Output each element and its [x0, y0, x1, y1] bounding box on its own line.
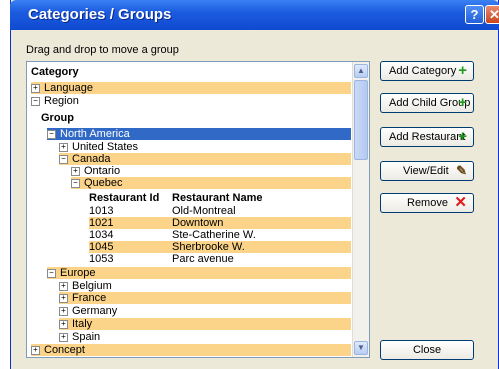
node-label: Italy: [72, 318, 93, 330]
restaurant-name-header: Restaurant Name: [172, 192, 263, 204]
button-label: Add Restaurant: [389, 131, 466, 143]
restaurant-id-header: Restaurant Id: [89, 192, 160, 204]
collapse-icon[interactable]: −: [71, 178, 80, 188]
category-tree[interactable]: Category + Language − Region Group − North …: [26, 61, 370, 358]
scroll-down-icon[interactable]: ▼: [354, 341, 368, 355]
restaurant-name: Sherbrooke W.: [172, 241, 245, 253]
tree-node-language[interactable]: + Language: [31, 82, 351, 94]
collapse-icon[interactable]: −: [59, 154, 68, 164]
expand-icon[interactable]: +: [31, 83, 40, 93]
node-label: Language: [44, 82, 93, 94]
node-label: Belgium: [72, 280, 112, 292]
expand-icon[interactable]: +: [59, 281, 68, 291]
add-child-group-button[interactable]: Add Child Group +: [380, 93, 474, 113]
restaurant-id: 1045: [89, 241, 114, 253]
button-label: Add Category: [389, 65, 457, 77]
node-label: Ontario: [84, 165, 121, 177]
restaurant-row[interactable]: 1034 Ste-Catherine W.: [89, 229, 351, 241]
instruction-text: Drag and drop to move a group: [26, 44, 179, 56]
add-category-button[interactable]: Add Category +: [380, 61, 474, 81]
node-label: France: [72, 292, 107, 304]
add-restaurant-button[interactable]: Add Restaurant +: [380, 127, 474, 147]
restaurant-id: 1013: [89, 205, 114, 217]
restaurant-name: Parc avenue: [172, 253, 234, 265]
expand-icon[interactable]: +: [59, 293, 68, 303]
node-label: Germany: [72, 305, 118, 317]
title-bar[interactable]: Categories / Groups ? ✕: [10, 0, 499, 30]
node-label: Concept: [44, 344, 85, 356]
window-title: Categories / Groups: [28, 6, 172, 23]
vertical-scrollbar[interactable]: ▲ ▼: [352, 62, 369, 357]
expand-icon[interactable]: +: [59, 306, 68, 316]
tree-node-ontario[interactable]: + Ontario: [71, 165, 351, 177]
restaurant-name: Downtown: [172, 217, 224, 229]
scrollbar-thumb[interactable]: [354, 80, 368, 160]
node-label: Quebec: [84, 177, 123, 189]
plus-icon: +: [458, 62, 467, 79]
node-label: North America: [60, 128, 130, 140]
expand-icon[interactable]: +: [71, 166, 80, 176]
restaurant-name: Ste-Catherine W.: [172, 229, 256, 241]
tree-node-quebec[interactable]: − Quebec: [71, 177, 351, 189]
node-label: Europe: [60, 267, 96, 279]
tree-node-belgium[interactable]: + Belgium: [59, 280, 351, 292]
tree-node-spain[interactable]: + Spain: [59, 331, 351, 343]
node-label: Spain: [72, 331, 101, 343]
restaurant-id: 1021: [89, 217, 114, 229]
group-header: Group: [41, 112, 74, 124]
tree-node-concept[interactable]: + Concept: [31, 344, 351, 356]
restaurant-row[interactable]: 1021 Downtown: [89, 217, 351, 229]
pencil-icon: ✎: [456, 163, 467, 178]
restaurant-row[interactable]: 1013 Old-Montreal: [89, 205, 351, 217]
restaurant-row[interactable]: 1053 Parc avenue: [89, 253, 351, 265]
collapse-icon[interactable]: −: [47, 129, 56, 139]
expand-icon[interactable]: +: [59, 142, 68, 152]
restaurant-name: Old-Montreal: [172, 205, 236, 217]
scroll-up-icon[interactable]: ▲: [354, 64, 368, 78]
tree-node-canada[interactable]: − Canada: [59, 153, 351, 165]
collapse-icon[interactable]: −: [31, 96, 40, 106]
node-label: Canada: [72, 153, 111, 165]
restaurant-row[interactable]: 1045 Sherbrooke W.: [89, 241, 351, 253]
tree-node-italy[interactable]: + Italy: [59, 318, 351, 330]
close-button[interactable]: Close: [380, 340, 474, 360]
tree-node-europe[interactable]: − Europe: [47, 267, 351, 279]
remove-x-icon: ✕: [454, 194, 467, 211]
plus-icon: +: [458, 128, 467, 145]
remove-button[interactable]: Remove ✕: [380, 193, 474, 213]
tree-node-france[interactable]: + France: [59, 292, 351, 304]
close-window-button[interactable]: ✕: [485, 5, 499, 24]
restaurant-id: 1053: [89, 253, 114, 265]
view-edit-button[interactable]: View/Edit ✎: [380, 161, 474, 181]
help-button[interactable]: ?: [465, 5, 484, 24]
node-label: United States: [72, 141, 139, 153]
plus-icon: +: [458, 94, 467, 111]
button-label: Remove: [407, 197, 448, 209]
expand-icon[interactable]: +: [31, 345, 40, 355]
button-label: View/Edit: [403, 165, 449, 177]
tree-node-region[interactable]: − Region: [31, 95, 351, 107]
node-label: Region: [44, 95, 79, 107]
tree-node-united-states[interactable]: + United States: [59, 141, 351, 153]
restaurant-id: 1034: [89, 229, 114, 241]
expand-icon[interactable]: +: [59, 319, 68, 329]
tree-node-north-america[interactable]: − North America: [47, 128, 351, 140]
category-header: Category: [31, 66, 79, 78]
expand-icon[interactable]: +: [59, 332, 68, 342]
collapse-icon[interactable]: −: [47, 268, 56, 278]
tree-node-germany[interactable]: + Germany: [59, 305, 351, 317]
